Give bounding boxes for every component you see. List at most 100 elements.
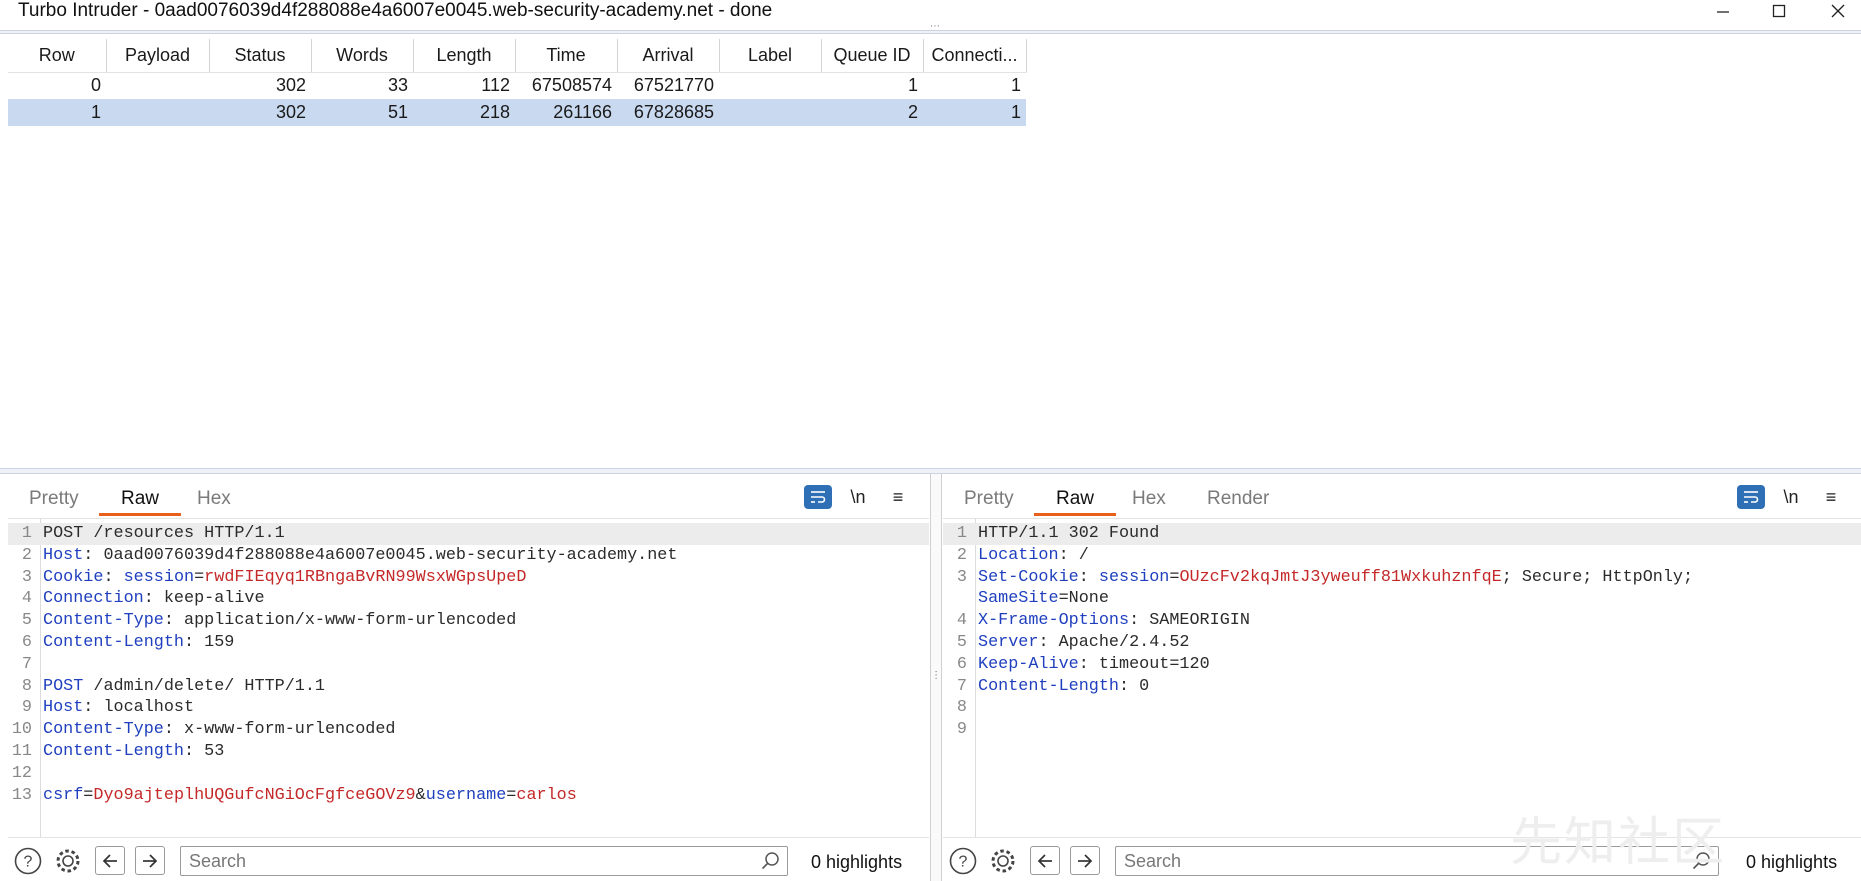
- close-button[interactable]: [1815, 0, 1861, 22]
- top-splitter[interactable]: ⋯: [0, 21, 1861, 34]
- table-cell: 1: [923, 99, 1026, 126]
- previous-match-button[interactable]: [1030, 846, 1060, 875]
- text-segment: : 0: [1119, 676, 1150, 696]
- menu-icon[interactable]: ≡: [1811, 484, 1851, 510]
- request-tabs: Pretty Raw Hex \n ≡: [8, 476, 929, 516]
- table-row[interactable]: 1 302 51 218 261166 67828685 2 1: [8, 99, 1026, 126]
- text-segment: : SAMEORIGIN: [1129, 611, 1250, 631]
- code-line: 9 Host: localhost: [8, 697, 929, 719]
- previous-match-button[interactable]: [95, 846, 125, 875]
- line-number: 9: [21, 698, 32, 718]
- code-line: 8: [943, 697, 1861, 719]
- tab-pretty[interactable]: Pretty: [26, 488, 82, 510]
- help-button[interactable]: ?: [947, 845, 979, 877]
- request-editor[interactable]: 1 POST /resources HTTP/1.1 2 Host: 0aad0076…: [8, 518, 929, 838]
- text-segment: : x-www-form-urlencoded: [163, 720, 396, 740]
- menu-icon[interactable]: ≡: [878, 484, 918, 510]
- minimize-icon: [1717, 11, 1729, 13]
- search-box: [180, 846, 788, 876]
- line-content: HTTP/1.1 302 Found: [978, 523, 1159, 545]
- results-table[interactable]: Row Payload Status Words Length Time Arrival La…: [8, 39, 1027, 126]
- line-number: 3: [956, 567, 967, 587]
- column-header[interactable]: Words: [311, 39, 414, 73]
- wrap-lines-button[interactable]: [1731, 484, 1771, 510]
- tab-pretty[interactable]: Pretty: [961, 488, 1017, 510]
- code-line: 9: [943, 719, 1861, 741]
- newline-toggle[interactable]: \n: [1771, 484, 1811, 510]
- column-header[interactable]: Status: [209, 39, 312, 73]
- line-number: 9: [956, 720, 967, 740]
- minimize-button[interactable]: [1700, 0, 1746, 22]
- tab-raw[interactable]: Raw: [1053, 488, 1097, 510]
- column-header[interactable]: Payload: [106, 39, 210, 73]
- code-line: 13 csrf=Dyo9ajteplhUQGufcNGiOcFgfceGOVz9&…: [8, 785, 929, 807]
- code-line: 7 Content-Length: 0: [943, 676, 1861, 698]
- line-content: X-Frame-Options: SAMEORIGIN: [978, 610, 1250, 632]
- text-segment: : keep-alive: [143, 589, 265, 609]
- text-segment: ; Secure; HttpOnly;: [1501, 567, 1694, 587]
- code-line: 6 Keep-Alive: timeout=120: [943, 654, 1861, 676]
- next-match-button[interactable]: [1070, 846, 1100, 875]
- code-line: 7: [8, 654, 929, 676]
- help-icon: ?: [949, 847, 977, 875]
- header-name: Content-Length: [978, 676, 1119, 696]
- line-content: Host: 0aad0076039d4f288088e4a6007e0045.w…: [43, 545, 677, 567]
- table-row[interactable]: 0 302 33 112 67508574 67521770 1 1: [8, 72, 1026, 99]
- table-cell: 67508574: [531, 75, 612, 96]
- tab-render[interactable]: Render: [1204, 488, 1272, 510]
- next-match-button[interactable]: [135, 846, 165, 875]
- text-segment: =: [1169, 567, 1180, 587]
- settings-button[interactable]: [987, 845, 1019, 877]
- line-content: Content-Length: 0: [978, 676, 1149, 698]
- header-value: Dyo9ajteplhUQGufcNGiOcFgfceGOVz9: [93, 785, 416, 805]
- code-line: 1 HTTP/1.1 302 Found: [943, 523, 1861, 545]
- tab-raw[interactable]: Raw: [118, 488, 162, 510]
- line-number: 7: [21, 654, 32, 674]
- help-button[interactable]: ?: [12, 845, 44, 877]
- column-header[interactable]: Arrival: [617, 39, 720, 73]
- table-cell: 33: [387, 75, 408, 96]
- line-number: 5: [956, 632, 967, 652]
- column-header[interactable]: Length: [413, 39, 516, 73]
- request-panel: Pretty Raw Hex \n ≡ 1 POST /resources HTT…: [8, 476, 929, 881]
- column-header[interactable]: Time: [515, 39, 618, 73]
- table-cell: 302: [209, 99, 311, 126]
- table-cell: 2: [821, 99, 923, 126]
- column-header[interactable]: Queue ID: [821, 39, 924, 73]
- text-segment: : timeout=120: [1078, 654, 1210, 674]
- maximize-button[interactable]: [1756, 0, 1802, 22]
- tab-hex[interactable]: Hex: [1129, 488, 1169, 510]
- line-number: 12: [11, 763, 32, 783]
- newline-toggle[interactable]: \n: [838, 484, 878, 510]
- wrap-lines-button[interactable]: [798, 484, 838, 510]
- header-name: session: [1098, 567, 1170, 587]
- line-content: Set-Cookie: session=OUzcFv2kqJmtJ3yweuff…: [978, 567, 1693, 589]
- settings-button[interactable]: [52, 845, 84, 877]
- tab-hex[interactable]: Hex: [194, 488, 234, 510]
- table-cell: 67521770: [633, 75, 714, 96]
- line-number: 6: [21, 632, 32, 652]
- code-line: 8 POST /admin/delete/ HTTP/1.1: [8, 676, 929, 698]
- column-header[interactable]: Label: [719, 39, 822, 73]
- vertical-splitter[interactable]: ⋯: [930, 474, 942, 881]
- table-cell: 0: [90, 75, 101, 96]
- table-cell: [719, 72, 821, 99]
- column-header[interactable]: Row: [8, 39, 107, 73]
- line-number: 10: [11, 720, 32, 740]
- header-name: X-Frame-Options: [978, 611, 1130, 631]
- line-content: Cookie: session=rwdFIEqyq1RBngaBvRN99Wsx…: [43, 567, 526, 589]
- table-cell: [719, 99, 821, 126]
- text-segment: =: [83, 785, 94, 805]
- code-line: 4 Connection: keep-alive: [8, 588, 929, 610]
- header-name: Location: [978, 545, 1059, 565]
- header-name: SameSite: [978, 589, 1059, 609]
- text-segment: HTTP/1.1 302 Found: [978, 524, 1160, 543]
- code-line: 1 POST /resources HTTP/1.1: [8, 523, 929, 545]
- text-segment: =None: [1058, 589, 1109, 609]
- search-input[interactable]: [189, 850, 674, 872]
- line-number: 6: [956, 654, 967, 674]
- highlights-count: 0 highlights: [1746, 852, 1838, 872]
- line-content: Keep-Alive: timeout=120: [978, 654, 1210, 676]
- response-editor[interactable]: 1 HTTP/1.1 302 Found 2 Location: / 3 Set-Cook…: [943, 518, 1861, 838]
- column-header[interactable]: Connecti...: [923, 39, 1027, 73]
